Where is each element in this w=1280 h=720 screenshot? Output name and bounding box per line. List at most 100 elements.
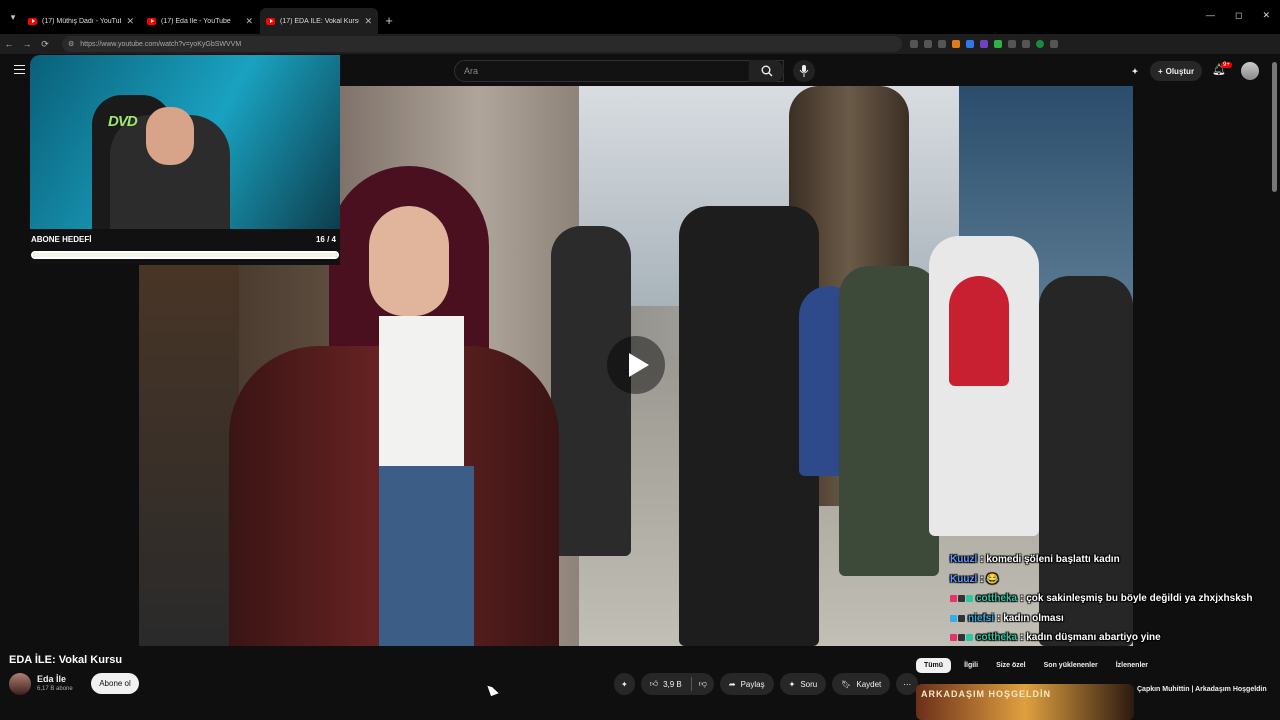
channel-avatar[interactable] xyxy=(9,673,31,695)
filter-chip-recent[interactable]: Son yüklenenler xyxy=(1039,659,1103,672)
share-icon: ➦ xyxy=(728,679,736,689)
url-field[interactable]: ⚙ https://www.youtube.com/watch?v=yoKyGb… xyxy=(62,36,902,52)
zoom-icon[interactable] xyxy=(910,40,918,48)
chat-badge-icon xyxy=(966,595,973,603)
browser-tab-3[interactable]: (17) EDA İLE: Vokal Kursu - You ✕ xyxy=(260,8,378,34)
chat-badge-icon xyxy=(950,634,957,642)
extension-icon[interactable] xyxy=(980,40,988,48)
extension-icon[interactable] xyxy=(966,40,974,48)
subscribe-button[interactable]: Abone ol xyxy=(91,673,139,694)
video-background xyxy=(551,226,631,556)
chat-badge-icon xyxy=(958,634,965,642)
close-tab-icon[interactable]: ✕ xyxy=(364,16,372,27)
menu-kebab-icon[interactable] xyxy=(1050,40,1058,48)
webcam-background xyxy=(146,107,194,165)
extension-icon[interactable] xyxy=(994,40,1002,48)
recommended-title[interactable]: Çapkın Muhittin | Arkadaşım Hoşgeldin xyxy=(1137,684,1267,695)
subscriber-goal-widget: ABONE HEDEFİ 16 / 4 xyxy=(30,229,340,265)
chat-text: : kadın düşmanı abartiyo yine xyxy=(1020,632,1161,644)
puzzle-icon[interactable] xyxy=(1022,40,1030,48)
voice-search-button[interactable] xyxy=(793,60,815,82)
ask-button[interactable]: ✦ Soru xyxy=(779,673,827,695)
recommended-thumbnail[interactable]: ARKADAŞIM HOŞGELDİN xyxy=(916,684,1134,720)
chat-badge-icon xyxy=(950,595,957,603)
close-window-icon[interactable]: ✕ xyxy=(1262,10,1270,21)
play-button[interactable] xyxy=(607,336,665,394)
like-button[interactable]: 👍︎ 3,9 B xyxy=(641,673,691,695)
window-controls: — ◻ ✕ xyxy=(1206,10,1270,21)
hamburger-menu-icon[interactable] xyxy=(14,65,25,74)
browser-tab-2[interactable]: (17) Eda İle - YouTube ✕ xyxy=(141,8,259,34)
chat-username: cottheka xyxy=(976,632,1018,644)
extension-icon[interactable] xyxy=(952,40,960,48)
close-tab-icon[interactable]: ✕ xyxy=(245,16,253,27)
goal-count: 16 / 4 xyxy=(315,235,336,244)
search-icon xyxy=(761,65,772,77)
filter-chip-for-you[interactable]: Size özel xyxy=(991,659,1031,672)
chat-badges xyxy=(950,614,965,622)
video-background xyxy=(839,266,939,576)
tab-title: (17) EDA İLE: Vokal Kursu - You xyxy=(280,17,359,25)
filter-chip-watched[interactable]: İzlenenler xyxy=(1111,659,1153,672)
tab-title: (17) Müthiş Dadı - YouTube xyxy=(42,17,122,25)
chat-badges xyxy=(950,634,973,642)
dislike-button[interactable]: 👎︎ xyxy=(692,673,714,695)
back-icon[interactable]: ← xyxy=(0,39,18,49)
restore-icon[interactable]: ◻ xyxy=(1235,10,1242,21)
thumbs-down-icon: 👎︎ xyxy=(698,679,707,688)
tab-search-button[interactable]: ▾ xyxy=(4,0,22,34)
recommended-video[interactable]: ARKADAŞIM HOŞGELDİN Çapkın Muhittin | Ar… xyxy=(916,684,1276,720)
premium-sparkle-icon[interactable]: ✦ xyxy=(1128,61,1142,81)
chat-message: cottheka: çok sakinleşmiş bu böyle değil… xyxy=(950,589,1280,609)
profile-icon[interactable] xyxy=(1036,40,1044,48)
browser-tab-1[interactable]: (17) Müthiş Dadı - YouTube ✕ xyxy=(22,8,140,34)
thumbnail-text: ARKADAŞIM HOŞGELDİN xyxy=(921,689,1052,699)
close-tab-icon[interactable]: ✕ xyxy=(126,16,134,27)
site-info-icon[interactable]: ⚙ xyxy=(68,40,74,48)
filter-chip-all[interactable]: Tümü xyxy=(916,658,952,673)
chat-message: cottheka: kadın düşmanı abartiyo yine xyxy=(950,628,1280,648)
sparkle-icon: ✦ xyxy=(788,679,796,689)
save-button[interactable]: 🔖︎ Kaydet xyxy=(832,673,891,695)
notification-badge: 9+ xyxy=(1221,62,1232,68)
share-button[interactable]: ➦ Paylaş xyxy=(719,673,774,695)
premium-sparkle-button[interactable]: ✦ xyxy=(614,673,635,695)
chat-username: Kuuzl xyxy=(950,554,978,566)
streamer-webcam-overlay: DVD xyxy=(30,55,340,229)
chat-badge-icon xyxy=(950,614,957,622)
sparkle-icon: ✦ xyxy=(621,679,628,689)
youtube-icon xyxy=(28,17,37,25)
url-text: https://www.youtube.com/watch?v=yoKyGbSW… xyxy=(80,40,242,48)
create-label: Oluştur xyxy=(1165,66,1195,76)
search-input[interactable]: Ara xyxy=(454,60,784,82)
filter-chip-related[interactable]: İlgili xyxy=(959,659,983,672)
page-scrollbar[interactable] xyxy=(1272,62,1277,192)
goal-label: ABONE HEDEFİ xyxy=(31,235,92,244)
chat-badges xyxy=(950,595,973,603)
chat-badge-icon xyxy=(966,634,973,642)
extension-icon[interactable] xyxy=(1008,40,1016,48)
create-button[interactable]: + Oluştur xyxy=(1150,61,1202,81)
reload-icon[interactable]: ⟳ xyxy=(36,39,54,50)
bookmark-star-icon[interactable] xyxy=(938,40,946,48)
like-dislike-group: 👍︎ 3,9 B 👎︎ xyxy=(640,673,714,695)
channel-name[interactable]: Eda İle xyxy=(37,674,66,684)
chat-username: niefsi xyxy=(968,612,995,624)
more-actions-button[interactable]: ⋯ xyxy=(896,673,919,695)
goal-progress-bar xyxy=(31,251,339,259)
chat-badge-icon xyxy=(958,595,965,603)
new-tab-button[interactable]: + xyxy=(379,13,399,34)
plus-icon: + xyxy=(1157,66,1163,76)
account-avatar[interactable] xyxy=(1241,62,1259,80)
dvd-logo: DVD xyxy=(108,113,138,130)
extensions-bar xyxy=(910,40,1058,48)
cast-icon[interactable] xyxy=(924,40,932,48)
chat-text: : komedi şöleni başlattı kadın xyxy=(980,554,1120,566)
minimize-icon[interactable]: — xyxy=(1206,10,1215,21)
forward-icon[interactable]: → xyxy=(18,39,36,49)
share-label: Paylaş xyxy=(740,679,765,689)
chat-text: : çok sakinleşmiş bu böyle değildi ya zh… xyxy=(1020,593,1253,605)
like-count: 3,9 B xyxy=(663,679,682,689)
video-title: EDA İLE: Vokal Kursu xyxy=(9,654,123,666)
search-button[interactable] xyxy=(749,60,784,82)
